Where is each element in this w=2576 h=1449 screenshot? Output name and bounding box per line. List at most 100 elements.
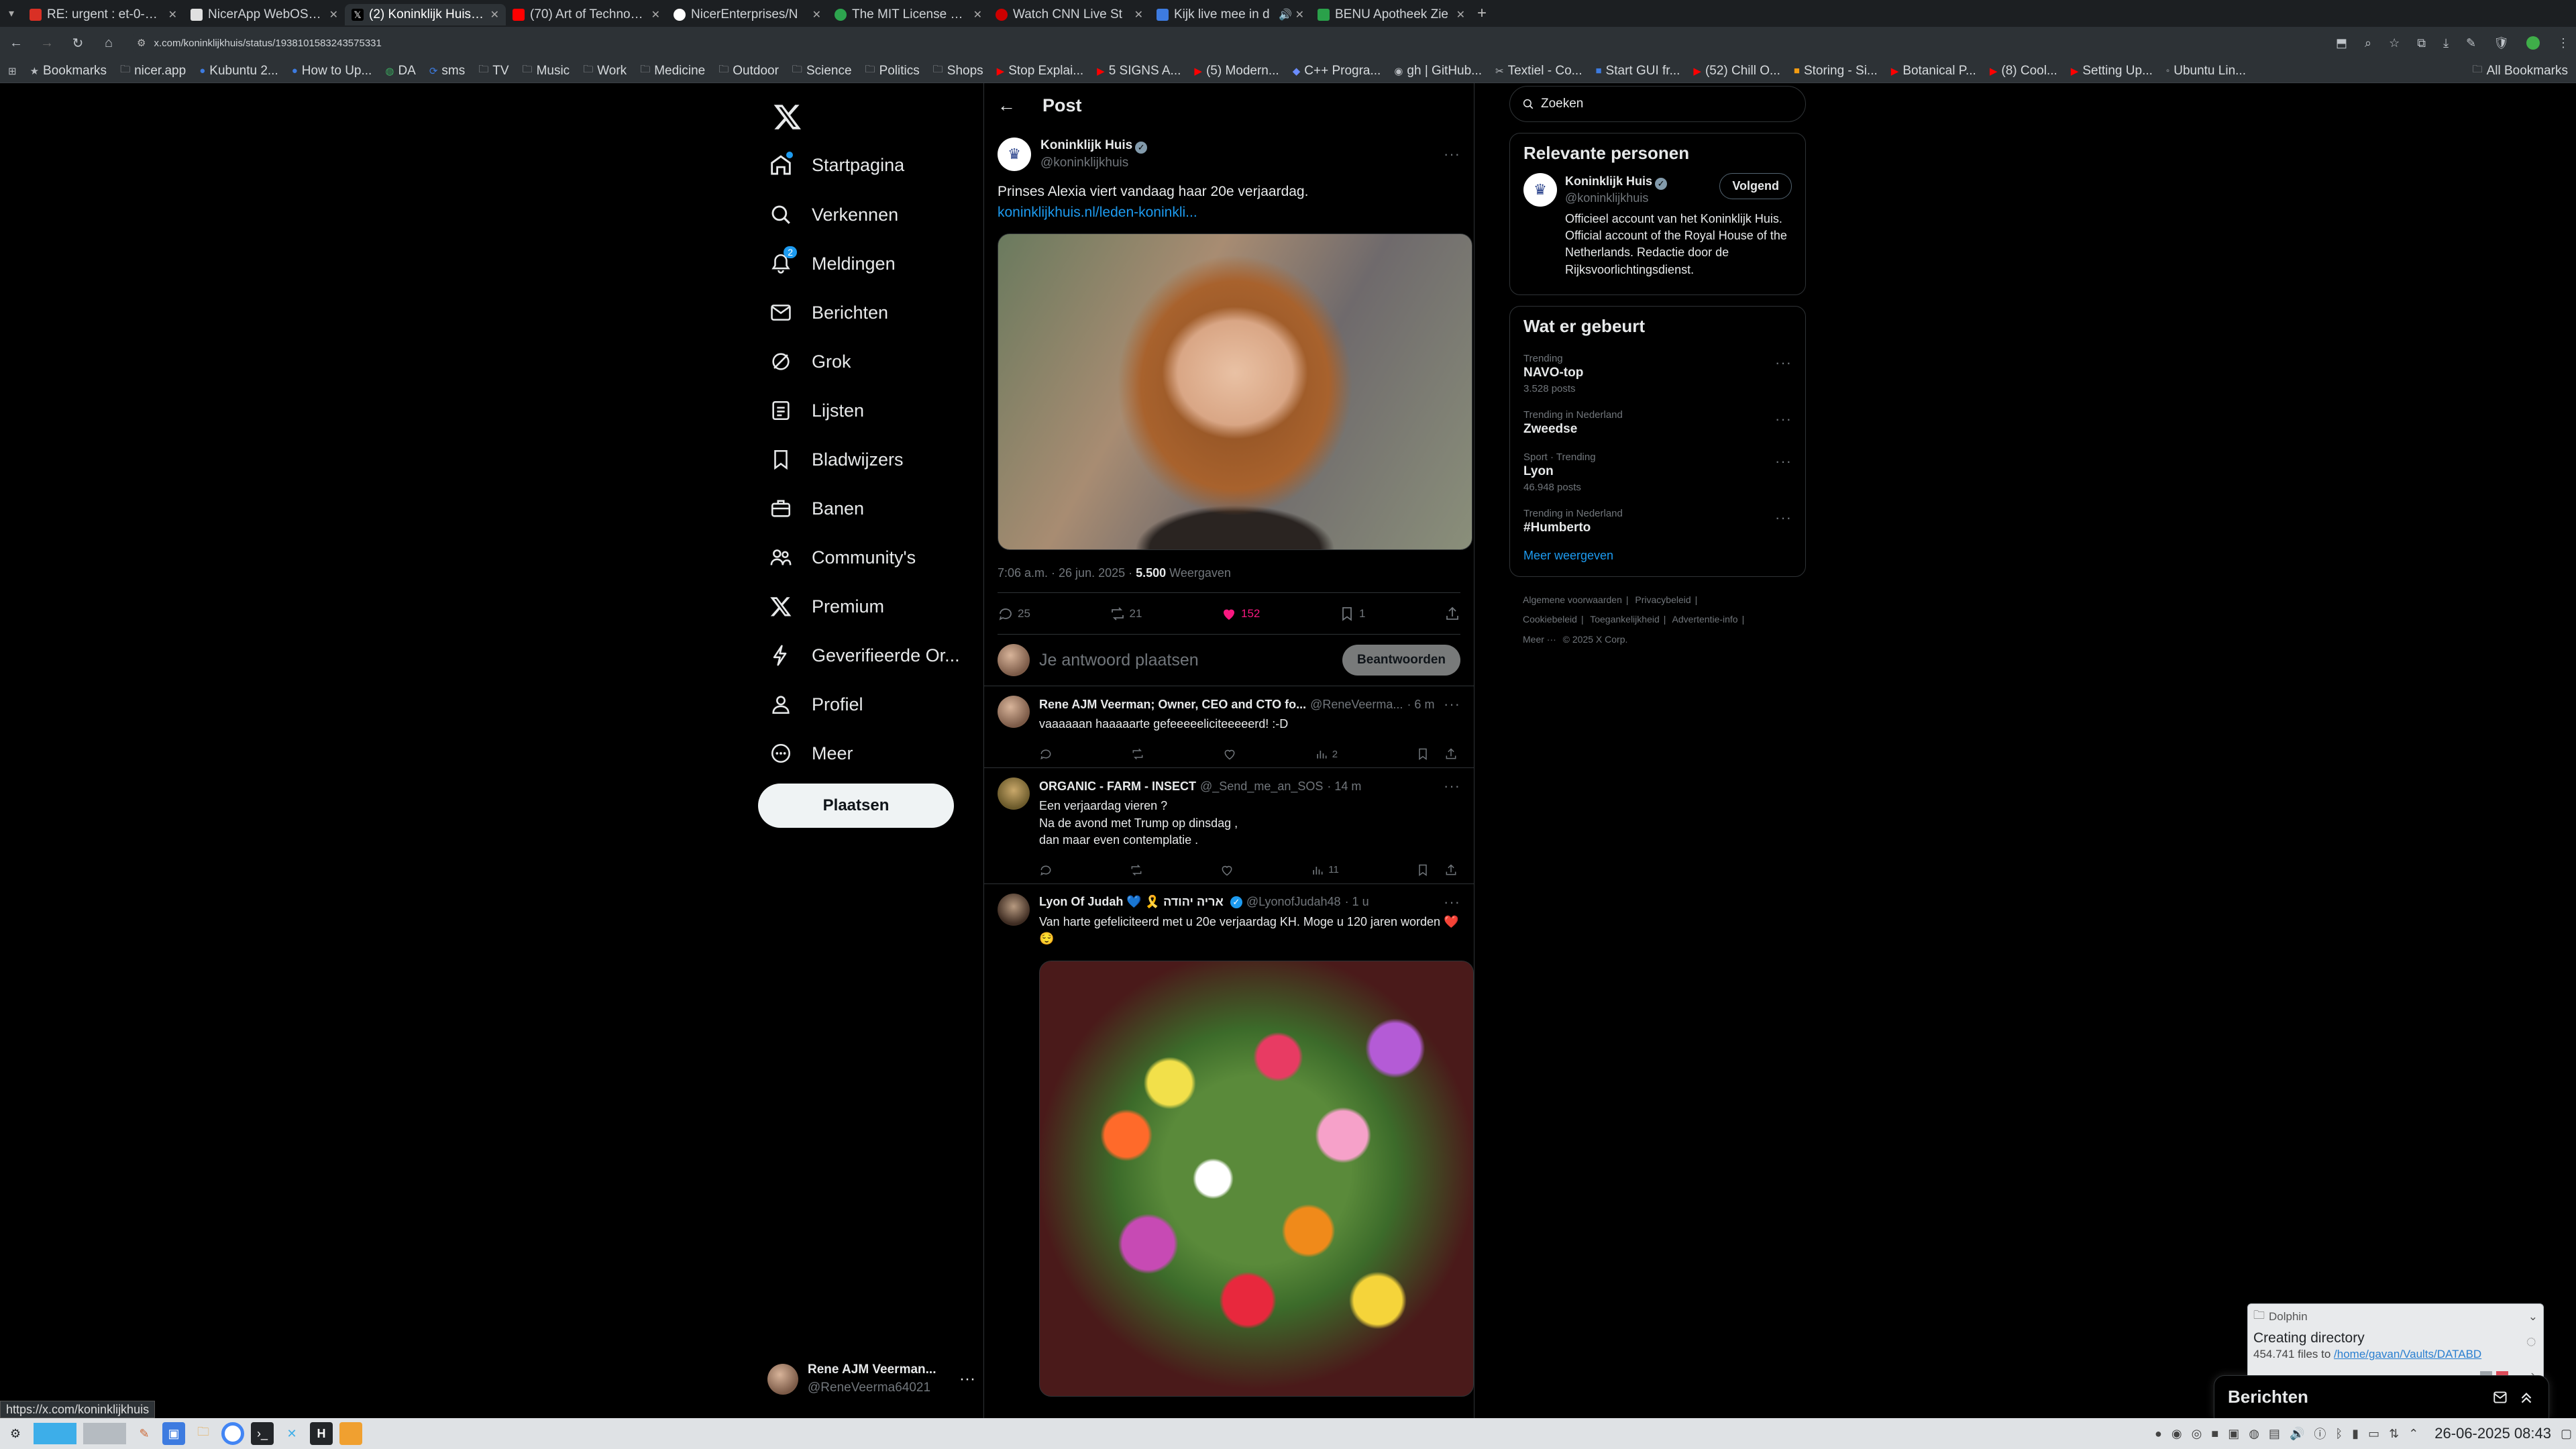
search-box[interactable] [1509, 86, 1806, 122]
bookmark-item[interactable]: 🗀 nicer.app [120, 62, 186, 79]
tab[interactable]: NicerApp WebOS hosting ✕ [184, 4, 345, 25]
url-text[interactable]: x.com/koninklijkhuis/status/193810158324… [154, 38, 381, 49]
bookmark-item[interactable]: 🗀 Medicine [640, 62, 705, 79]
virtual-desktop-2[interactable] [83, 1423, 126, 1444]
relevant-handle[interactable]: @koninklijkhuis [1565, 190, 1711, 206]
nav-grok[interactable]: Grok [767, 340, 851, 383]
reply-item[interactable]: Lyon Of Judah 💙 🎗️ אריה יהודה ✓ @LyonofJ… [984, 884, 1474, 1403]
back-icon[interactable]: ← [7, 36, 25, 51]
tray-icon[interactable]: ▣ [2228, 1427, 2239, 1441]
close-icon[interactable]: ✕ [329, 8, 338, 21]
all-bookmarks[interactable]: 🗀 All Bookmarks [2473, 62, 2568, 79]
tab[interactable]: RE: urgent : et-0-0-1 ✕ [23, 4, 184, 25]
more-icon[interactable]: ··· [1444, 777, 1460, 795]
nav-more[interactable]: Meer [767, 732, 853, 775]
share-icon[interactable] [1444, 747, 1458, 761]
expand-up-icon[interactable] [2518, 1389, 2535, 1406]
nav-lists[interactable]: Lijsten [767, 389, 864, 432]
collapse-icon[interactable]: ⌄ [2528, 1310, 2538, 1324]
x-logo-icon[interactable] [767, 97, 808, 137]
profile-avatar[interactable] [2526, 36, 2540, 50]
bookmark-item[interactable]: 🗀 Shops [933, 62, 983, 79]
clipboard-icon[interactable]: ▤ [2269, 1427, 2280, 1441]
nav-notifications[interactable]: 2 Meldingen [767, 242, 896, 285]
volume-icon[interactable]: 🔊 [2290, 1427, 2304, 1441]
bookmark-item[interactable]: ▶ Setting Up... [2071, 64, 2153, 78]
avatar[interactable] [998, 777, 1030, 810]
tray-icon[interactable]: ◍ [2249, 1427, 2259, 1441]
bookmark-action[interactable]: 1 [1339, 606, 1365, 622]
post-button[interactable]: Plaatsen [758, 784, 954, 828]
extension-icon[interactable]: 🛡 [2493, 36, 2509, 50]
trend-item[interactable]: Trending NAVO-top 3.528 posts ··· [1523, 346, 1792, 402]
tab[interactable]: BENU Apotheek Zie ✕ [1311, 4, 1472, 25]
nav-bookmarks[interactable]: Bladwijzers [767, 438, 904, 481]
bookmark-item[interactable]: 🗀 Politics [865, 62, 920, 79]
audio-icon[interactable]: 🔊 ✕ [1279, 8, 1304, 21]
reply-item[interactable]: ORGANIC - FARM - INSECT @_Send_me_an_SOS… [984, 768, 1474, 884]
bookmark-icon[interactable] [1416, 747, 1430, 761]
heart-icon[interactable] [1223, 747, 1236, 761]
reply-action[interactable]: 25 [998, 606, 1030, 622]
reply-icon[interactable] [1039, 747, 1053, 761]
terminal-icon[interactable]: ›_ [251, 1422, 274, 1445]
tab-active[interactable]: 𝕏 (2) Koninklijk Huis op X ✕ [345, 4, 506, 25]
close-icon[interactable]: ✕ [973, 8, 982, 21]
menu-icon[interactable]: ⋮ [2557, 36, 2569, 50]
notes-icon[interactable] [339, 1422, 362, 1445]
heart-icon[interactable] [1220, 863, 1234, 877]
zoom-icon[interactable]: ⌕ [2365, 36, 2371, 50]
bookmark-item[interactable]: 🗀 Work [583, 62, 627, 79]
footer-link[interactable]: Privacybeleid [1635, 594, 1690, 605]
tray-icon[interactable]: ◉ [2171, 1427, 2182, 1441]
bookmark-item[interactable]: 🗀 Music [523, 62, 570, 79]
author-handle[interactable]: @koninklijkhuis [1040, 154, 1147, 172]
app-launcher-icon[interactable]: ⚙ [4, 1422, 27, 1445]
reply-author[interactable]: Rene AJM Veerman; Owner, CEO and CTO fo.… [1039, 698, 1306, 712]
back-arrow-icon[interactable]: ← [998, 95, 1016, 116]
more-icon[interactable]: ··· [1775, 411, 1792, 428]
nav-messages[interactable]: Berichten [767, 291, 888, 334]
destination-path-link[interactable]: /home/gavan/Vaults/DATABD [2334, 1348, 2481, 1360]
share-icon[interactable] [1444, 863, 1458, 877]
tab[interactable]: Watch CNN Live St ✕ [989, 4, 1150, 25]
reply-handle[interactable]: @ReneVeerma... [1310, 698, 1403, 712]
more-icon[interactable]: ··· [1775, 453, 1792, 470]
chrome-icon[interactable] [221, 1422, 244, 1445]
site-info-icon[interactable]: ⚙ [137, 37, 146, 49]
bookmark-item[interactable]: ▶ 5 SIGNS A... [1097, 64, 1181, 78]
bookmark-item[interactable]: 🗀 Outdoor [718, 62, 779, 79]
tab[interactable]: NicerEnterprises/N ✕ [667, 4, 828, 25]
post-timestamp[interactable]: 7:06 a.m. · 26 jun. 2025 · [998, 566, 1136, 580]
bookmark-item[interactable]: ▶ (8) Cool... [1990, 64, 2057, 78]
tab[interactable]: Kijk live mee in d 🔊 ✕ [1150, 4, 1311, 25]
bookmark-item[interactable]: ▶ Stop Explai... [997, 64, 1084, 78]
reply-input[interactable] [1039, 650, 1334, 670]
forward-icon[interactable]: → [38, 36, 56, 51]
tulips-photo[interactable] [1039, 961, 1474, 1397]
reply-time[interactable]: · 1 u [1345, 895, 1369, 909]
bookmark-item[interactable]: ◍ DA [385, 64, 416, 78]
more-icon[interactable]: ··· [1775, 354, 1792, 372]
repost-icon[interactable] [1130, 863, 1143, 877]
account-switcher[interactable]: Rene AJM Veerman... @ReneVeerma64021 ··· [767, 1358, 975, 1401]
repost-action[interactable]: 21 [1110, 606, 1142, 622]
reply-author[interactable]: Lyon Of Judah 💙 🎗️ אריה יהודה [1039, 895, 1224, 909]
trend-item[interactable]: Sport · Trending Lyon 46.948 posts ··· [1523, 445, 1792, 501]
nav-jobs[interactable]: Banen [767, 487, 864, 530]
nav-profile[interactable]: Profiel [767, 683, 863, 726]
avatar[interactable] [998, 893, 1030, 926]
bookmark-item[interactable]: ✂ Textiel - Co... [1495, 64, 1582, 78]
reload-icon[interactable]: ↻ [68, 35, 87, 52]
bookmark-item[interactable]: ★ Bookmarks [30, 64, 107, 78]
tray-icon[interactable]: ◎ [2192, 1427, 2202, 1441]
tray-icon[interactable]: ■ [2211, 1427, 2218, 1441]
share-action[interactable] [1444, 606, 1460, 622]
tab[interactable]: The MIT License – C ✕ [828, 4, 989, 25]
clock[interactable]: 26-06-2025 08:43 [2434, 1425, 2551, 1442]
reply-time[interactable]: · 14 m [1327, 780, 1361, 794]
show-more-link[interactable]: Meer weergeven [1523, 543, 1792, 567]
bookmark-item[interactable]: ⟳ sms [429, 64, 465, 78]
bookmark-item[interactable]: ◉ gh | GitHub... [1394, 64, 1482, 78]
tray-icon[interactable]: ⓘ [2314, 1425, 2326, 1442]
